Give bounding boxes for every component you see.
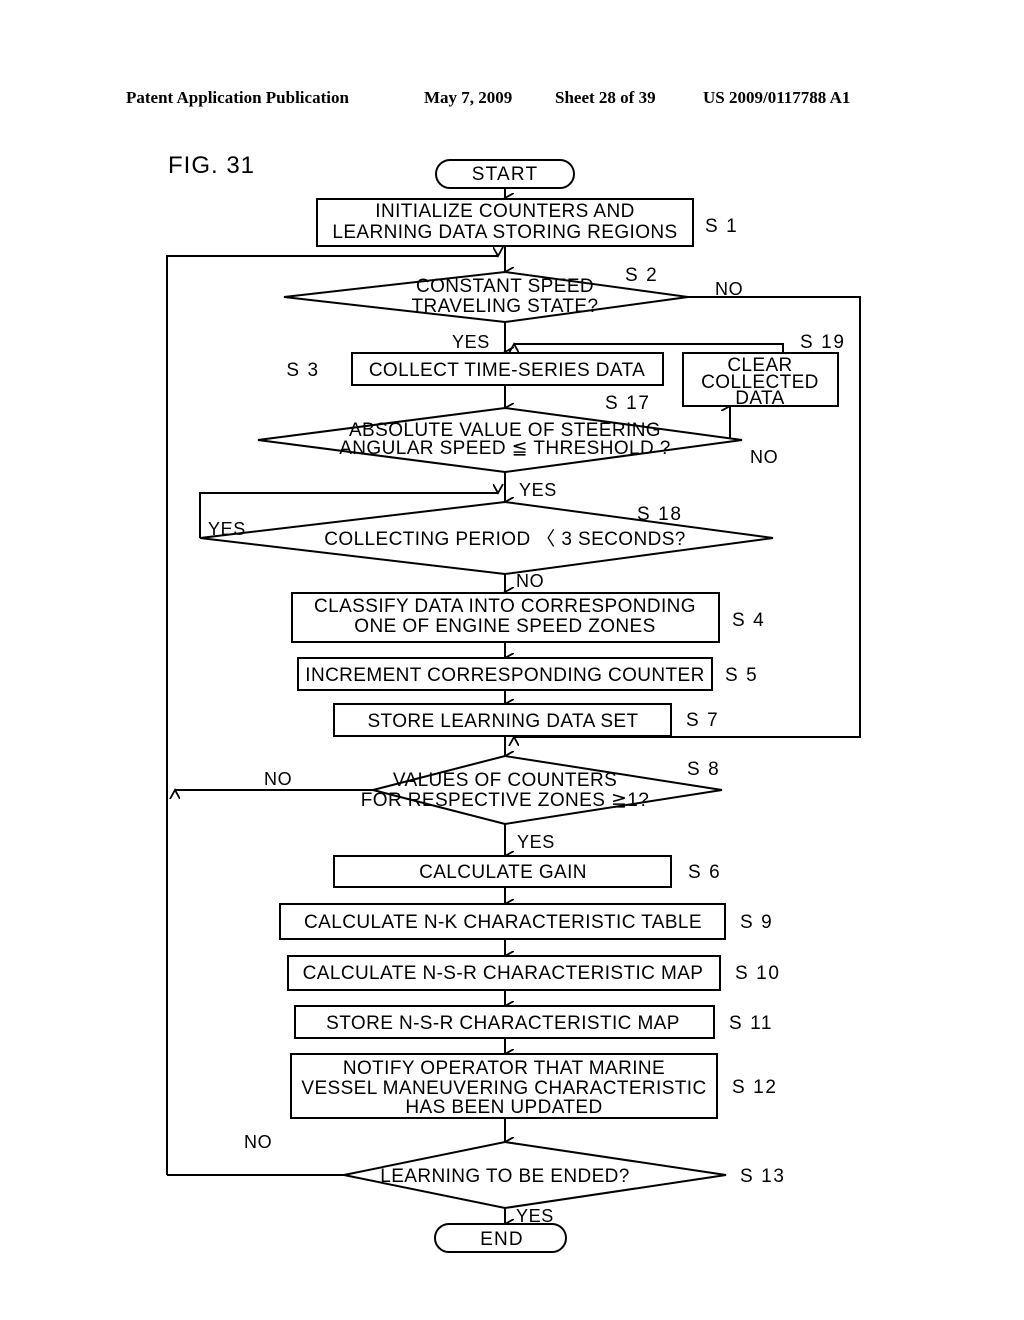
node-s13-line1: LEARNING TO BE ENDED? [380, 1166, 630, 1187]
node-end-label: END [480, 1229, 524, 1250]
step-label-s5: S 5 [725, 665, 758, 686]
node-s12-line2: VESSEL MANEUVERING CHARACTERISTIC [301, 1078, 706, 1099]
step-label-s19: S 19 [800, 332, 846, 353]
node-s10[interactable]: CALCULATE N-S-R CHARACTERISTIC MAP [287, 955, 721, 991]
node-s17[interactable]: ABSOLUTE VALUE OF STEERING ANGULAR SPEED… [257, 406, 743, 474]
node-s19-line3: DATA [735, 388, 784, 409]
node-s18-line1: COLLECTING PERIOD 〈 3 SECONDS? [324, 528, 685, 550]
step-label-s11: S 11 [729, 1013, 773, 1034]
step-label-s3: S 3 [286, 360, 319, 381]
node-s9-line1: CALCULATE N-K CHARACTERISTIC TABLE [304, 912, 702, 933]
node-s8-line2: FOR RESPECTIVE ZONES ≧1? [361, 790, 649, 811]
node-s4-line1: CLASSIFY DATA INTO CORRESPONDING [314, 596, 696, 617]
branch-label-s17-yes: YES [519, 480, 557, 500]
connector-s17-no-to-s19 [716, 406, 730, 441]
connector-s19-to-s3 [514, 344, 784, 352]
branch-label-s18-no: NO [516, 571, 544, 591]
step-label-s9: S 9 [740, 912, 773, 933]
node-s4[interactable]: CLASSIFY DATA INTO CORRESPONDING ONE OF … [291, 592, 720, 643]
branch-label-s2-yes: YES [452, 332, 490, 352]
node-s2-line1: CONSTANT SPEED [416, 276, 594, 297]
branch-label-s18-yes: YES [208, 519, 246, 539]
step-label-s4: S 4 [732, 610, 765, 631]
node-s5[interactable]: INCREMENT CORRESPONDING COUNTER [297, 657, 713, 691]
node-s7-line1: STORE LEARNING DATA SET [367, 711, 638, 732]
node-s13[interactable]: LEARNING TO BE ENDED? [343, 1140, 727, 1210]
step-label-s17: S 17 [605, 393, 651, 414]
node-s5-line1: INCREMENT CORRESPONDING COUNTER [305, 665, 704, 686]
step-label-s6: S 6 [688, 862, 721, 883]
step-label-s10: S 10 [735, 963, 781, 984]
node-s1-line2: LEARNING DATA STORING REGIONS [332, 222, 677, 243]
branch-label-s2-no: NO [715, 279, 743, 299]
node-start-label: START [472, 164, 539, 185]
branch-label-s8-no: NO [264, 769, 292, 789]
node-s1[interactable]: INITIALIZE COUNTERS AND LEARNING DATA ST… [316, 198, 694, 247]
node-s7[interactable]: STORE LEARNING DATA SET [333, 703, 672, 737]
node-end[interactable]: END [434, 1223, 567, 1253]
node-s6[interactable]: CALCULATE GAIN [333, 855, 672, 888]
step-label-s18: S 18 [637, 504, 683, 525]
node-start[interactable]: START [435, 159, 575, 189]
step-label-s2: S 2 [625, 265, 658, 286]
node-s4-line2: ONE OF ENGINE SPEED ZONES [354, 616, 655, 637]
node-s12-line3: HAS BEEN UPDATED [405, 1097, 602, 1118]
branch-label-s17-no: NO [750, 447, 778, 467]
node-s2-line2: TRAVELING STATE? [412, 296, 599, 317]
node-s8[interactable]: VALUES OF COUNTERS FOR RESPECTIVE ZONES … [361, 754, 723, 826]
patent-page: Patent Application Publication May 7, 20… [0, 0, 1024, 1320]
node-s6-line1: CALCULATE GAIN [419, 862, 587, 883]
flowchart-diagram: START INITIALIZE COUNTERS AND LEARNING D… [166, 159, 861, 1253]
step-label-s7: S 7 [686, 710, 719, 731]
node-s10-line1: CALCULATE N-S-R CHARACTERISTIC MAP [303, 963, 704, 984]
node-s18[interactable]: COLLECTING PERIOD 〈 3 SECONDS? [199, 500, 774, 576]
step-label-s13: S 13 [740, 1166, 786, 1187]
node-s3[interactable]: COLLECT TIME-SERIES DATA [351, 352, 664, 386]
node-s19[interactable]: CLEAR COLLECTED DATA [682, 352, 839, 409]
node-s11-line1: STORE N-S-R CHARACTERISTIC MAP [326, 1013, 680, 1034]
node-s11[interactable]: STORE N-S-R CHARACTERISTIC MAP [294, 1005, 715, 1039]
node-s12-line1: NOTIFY OPERATOR THAT MARINE [343, 1058, 665, 1079]
branch-label-s13-no: NO [244, 1132, 272, 1152]
node-s9[interactable]: CALCULATE N-K CHARACTERISTIC TABLE [279, 903, 726, 940]
branch-label-s8-yes: YES [517, 832, 555, 852]
node-s17-line2: ANGULAR SPEED ≦ THRESHOLD ? [339, 438, 671, 459]
step-label-s1: S 1 [705, 216, 738, 237]
node-s12[interactable]: NOTIFY OPERATOR THAT MARINE VESSEL MANEU… [290, 1053, 718, 1119]
step-label-s12: S 12 [732, 1077, 778, 1098]
node-s3-line1: COLLECT TIME-SERIES DATA [369, 360, 645, 381]
node-s8-line1: VALUES OF COUNTERS [393, 770, 617, 791]
step-label-s8: S 8 [687, 759, 720, 780]
node-s1-line1: INITIALIZE COUNTERS AND [375, 201, 634, 222]
